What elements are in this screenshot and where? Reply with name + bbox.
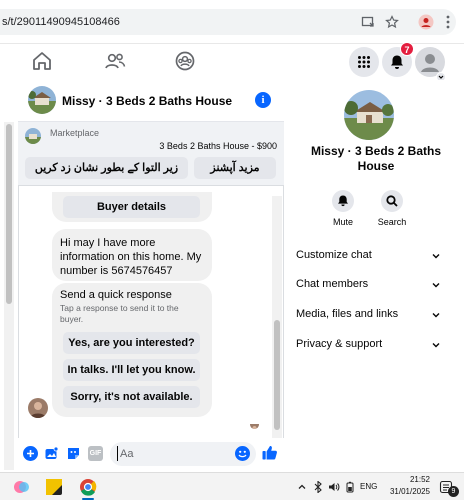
notification-badge: 7 [400,42,414,56]
banner-thumbnail [25,128,41,144]
customize-chat-label: Customize chat [296,249,372,261]
mute-label: Mute [332,217,353,227]
message-composer: GIF Aa [18,438,284,472]
message-input[interactable]: Aa [110,442,256,466]
like-thumb-icon[interactable] [261,444,278,466]
search-label: Search [377,217,407,227]
search-icon[interactable] [381,190,403,212]
quick-response-not-available-button[interactable]: Sorry, it's not available. [63,386,200,408]
windows-taskbar: ENG 21:52 31/01/2025 9 [0,472,464,500]
browser-menu-icon[interactable] [440,14,456,30]
menu-grid-icon[interactable] [349,47,379,77]
buyer-details-button[interactable]: Buyer details [63,196,200,218]
home-icon[interactable] [31,50,53,72]
chevron-down-icon [432,254,440,259]
facebook-top-nav [0,44,464,82]
groups-icon[interactable] [174,50,196,72]
listing-thumbnail[interactable] [28,86,56,114]
taskbar-notification-badge: 9 [448,486,459,497]
more-options-button[interactable]: مزید آپشنز [194,157,276,179]
quick-response-title: Send a quick response [60,289,172,301]
message-input-placeholder: Aa [120,448,134,460]
customize-chat-row[interactable]: Customize chat [296,249,446,267]
privacy-support-label: Privacy & support [296,338,383,350]
chat-scrollbar-thumb[interactable] [274,320,280,430]
chat-title: Missy · 3 Beds 2 Baths House [62,94,233,108]
chevron-down-icon [432,283,440,288]
battery-icon[interactable] [340,477,360,497]
chat-details-panel: Missy · 3 Beds 2 Baths House Mute Search [286,80,464,472]
url-text: s/t/29011490945108466 [2,16,120,28]
profile-icon[interactable] [418,14,434,30]
language-indicator[interactable]: ENG [360,482,377,491]
info-icon[interactable]: i [255,92,271,108]
marketplace-banner: Marketplace 3 Beds 2 Baths House - $900 … [18,122,284,186]
text-cursor [117,446,118,461]
media-files-links-row[interactable]: Media, files and links [296,308,446,326]
page-scrollbar-thumb[interactable] [6,124,12,304]
mark-pending-button[interactable]: زیر التوا کے بطور نشان زد کریں [25,157,188,179]
chevron-down-icon [432,343,440,348]
media-files-links-label: Media, files and links [296,308,399,320]
clock-time[interactable]: 21:52 [386,475,430,484]
browser-toolbar: s/t/29011490945108466 [0,0,464,44]
mute-bell-icon[interactable] [332,190,354,212]
banner-category: Marketplace [50,128,100,138]
details-listing-photo[interactable] [344,90,394,140]
chat-header: Missy · 3 Beds 2 Baths House i [18,80,284,122]
message-text: Hi may I have more information on this h… [60,237,202,277]
bookmark-star-icon[interactable] [384,14,400,30]
sticky-notes-icon[interactable] [44,477,64,497]
chat-members-label: Chat members [296,278,369,290]
friends-icon[interactable] [104,50,126,72]
chevron-down-icon [432,313,440,318]
privacy-support-row[interactable]: Privacy & support [296,338,446,356]
widgets-icon[interactable] [12,477,32,497]
photo-icon[interactable] [44,446,59,466]
clock-date[interactable]: 31/01/2025 [384,487,430,496]
details-title: Missy · 3 Beds 2 Baths House [310,144,442,173]
buyer-avatar[interactable] [28,398,48,418]
add-icon[interactable] [23,446,38,461]
chrome-icon[interactable] [78,477,98,497]
message-bubble: Hi may I have more information on this h… [52,229,212,281]
install-app-icon[interactable] [360,14,376,30]
gif-icon[interactable]: GIF [88,446,103,461]
quick-response-subtitle: Tap a response to send it to the buyer. [60,303,179,324]
quick-response-in-talks-button[interactable]: In talks. I'll let you know. [63,359,200,381]
quick-response-yes-button[interactable]: Yes, are you interested? [63,332,200,354]
emoji-icon[interactable] [235,446,250,461]
banner-listing: 3 Beds 2 Baths House - $900 [159,141,277,151]
address-bar[interactable]: s/t/29011490945108466 [0,9,456,35]
read-receipt-avatar [250,420,259,429]
chat-members-row[interactable]: Chat members [296,278,446,296]
sticker-icon[interactable] [66,446,81,466]
